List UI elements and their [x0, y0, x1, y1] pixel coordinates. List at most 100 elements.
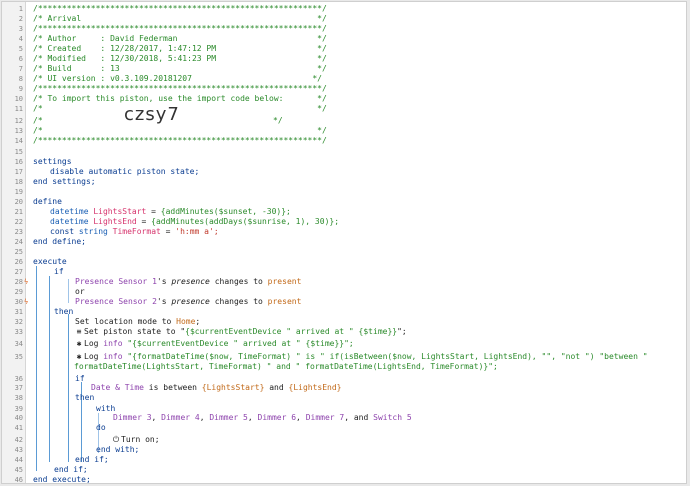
- mode-value: Home: [176, 317, 196, 326]
- then-keyword[interactable]: then: [75, 393, 94, 403]
- comment-blank: /* */: [33, 104, 327, 113]
- created-line: /* Created : 12/28/2017, 1:47:12 PM */: [33, 44, 327, 53]
- line-number: 25: [14, 248, 23, 256]
- settings-keyword[interactable]: settings: [33, 157, 72, 167]
- line-number: 19: [14, 188, 23, 196]
- line-number: 46: [14, 476, 23, 484]
- do-keyword[interactable]: do: [96, 423, 106, 433]
- operator: is between: [143, 383, 202, 392]
- line-number: 32: [14, 318, 23, 326]
- line-number: 45: [14, 466, 23, 474]
- bug-icon: ✱: [76, 352, 82, 361]
- line-number: 17: [14, 168, 23, 176]
- import-code[interactable]: czsy7: [124, 106, 180, 124]
- build-line: /* Build : 13 */: [33, 64, 327, 73]
- assign-op: =: [146, 207, 161, 216]
- end-execute: end execute;: [33, 475, 91, 484]
- import-instructions: /* To import this piston, use the import…: [33, 94, 327, 103]
- line-number: 44: [14, 456, 23, 464]
- comment-blank: /* */: [33, 126, 327, 135]
- variable-lightsend[interactable]: datetime LightsEnd = {addMinutes(addDays…: [50, 217, 339, 227]
- variable-lightsstart[interactable]: datetime LightsStart = {addMinutes($suns…: [50, 207, 291, 217]
- piston-title: /* Arrival */: [33, 14, 327, 23]
- header-rule: /***************************************…: [33, 24, 327, 33]
- line-number: 38: [14, 394, 23, 402]
- line-number: 10: [14, 95, 23, 103]
- line-number: 41: [14, 424, 23, 432]
- line-number: 22: [14, 218, 23, 226]
- line-number: 14: [14, 137, 23, 145]
- separator: ,: [247, 413, 258, 422]
- line-number: 30: [14, 298, 23, 306]
- line-number: 2: [18, 15, 23, 23]
- device-name: Switch 5: [373, 413, 412, 422]
- command-text: Turn on;: [121, 435, 160, 444]
- document-icon: ≡: [76, 327, 82, 336]
- possessive: 's: [156, 297, 172, 306]
- separator: ,: [296, 413, 306, 422]
- variable-timeformat[interactable]: const string TimeFormat = 'h:mm a';: [50, 227, 219, 237]
- assign-op: =: [160, 227, 176, 236]
- line-number: 18: [14, 178, 23, 186]
- line-number: 34: [14, 340, 23, 348]
- statement-text: Set location mode to: [75, 317, 177, 326]
- state-expression: {$currentEventDevice " arrived at " {$ti…: [185, 327, 398, 336]
- device-name: Dimmer 5: [209, 413, 248, 422]
- line-number: 29: [14, 288, 23, 296]
- log-message: "{$currentEventDevice " arrived at " {$t…: [122, 339, 354, 348]
- device-name: Dimmer 6: [257, 413, 297, 422]
- log-info-statement[interactable]: ✱ Log info "{formatDateTime($now, TimeFor…: [74, 352, 658, 372]
- variable-name: TimeFormat: [112, 227, 161, 236]
- device-list[interactable]: Dimmer 3, Dimmer 4, Dimmer 5, Dimmer 6 , …: [113, 413, 412, 423]
- line-number: 3: [18, 25, 23, 33]
- separator: , and: [344, 413, 374, 422]
- end-settings: end settings;: [33, 177, 96, 186]
- line-number: 40: [14, 414, 23, 422]
- attribute-name: presence: [171, 277, 210, 286]
- line-number: 21: [14, 208, 23, 216]
- modified-line: /* Modified : 12/30/2018, 5:41:23 PM */: [33, 54, 327, 63]
- attribute-name: presence: [171, 297, 210, 306]
- line-number: 42: [14, 436, 23, 444]
- const-keyword: const: [50, 227, 75, 236]
- log-keyword: Log: [84, 339, 104, 348]
- line-number: 23: [14, 228, 23, 236]
- author-line: /* Author : David Federman */: [33, 34, 327, 43]
- line-number: 31: [14, 308, 23, 316]
- set-piston-state-statement[interactable]: ≡ Set piston state to "{$currentEventDevi…: [74, 327, 407, 337]
- define-keyword[interactable]: define: [33, 197, 62, 207]
- comment-suffix: */: [273, 116, 283, 125]
- value: present: [267, 277, 302, 286]
- then-keyword[interactable]: then: [54, 307, 73, 317]
- condition-presence-1[interactable]: Presence Sensor 1's presence changes to …: [75, 277, 301, 287]
- type-label: datetime: [50, 217, 89, 226]
- or-operator[interactable]: or: [75, 287, 85, 297]
- line-number: 6: [18, 55, 23, 63]
- statement-text: Set piston state to ": [84, 327, 186, 336]
- device-name: Dimmer 4: [161, 413, 200, 422]
- line-number: 7: [18, 65, 23, 73]
- comment-prefix: /*: [33, 116, 43, 125]
- variable-expression: {addMinutes(addDays($sunrise, 1), 30)};: [151, 217, 340, 226]
- set-location-mode-statement[interactable]: Set location mode to Home;: [75, 317, 200, 327]
- turn-on-command[interactable]: ⏻ Turn on;: [111, 435, 160, 445]
- line-number: 5: [18, 45, 23, 53]
- log-keyword: Log: [84, 352, 104, 361]
- line-number: 28: [14, 278, 23, 286]
- trigger-bolt-icon: ϟ: [24, 278, 29, 286]
- end-define: end define;: [33, 237, 86, 246]
- variable-name: LightsEnd: [93, 217, 137, 226]
- end-if-outer: end if;: [54, 465, 88, 474]
- trigger-bolt-icon: ϟ: [24, 298, 29, 306]
- condition-presence-2[interactable]: Presence Sensor 2's presence changes to …: [75, 297, 301, 307]
- line-number: 1: [18, 5, 23, 13]
- if-keyword[interactable]: if: [54, 267, 64, 277]
- setting-statement[interactable]: disable automatic piston state;: [50, 167, 199, 177]
- piston-code-view: 1 /**************************************…: [1, 1, 687, 484]
- header-rule: /***************************************…: [33, 4, 327, 13]
- condition-date-time[interactable]: Date & Time is between {LightsStart} and…: [91, 383, 341, 393]
- log-info-statement[interactable]: ✱ Log info "{$currentEventDevice " arrive…: [74, 339, 354, 349]
- device-name: Date & Time: [91, 383, 144, 392]
- execute-keyword[interactable]: execute: [33, 257, 67, 267]
- terminator: ;: [195, 317, 201, 326]
